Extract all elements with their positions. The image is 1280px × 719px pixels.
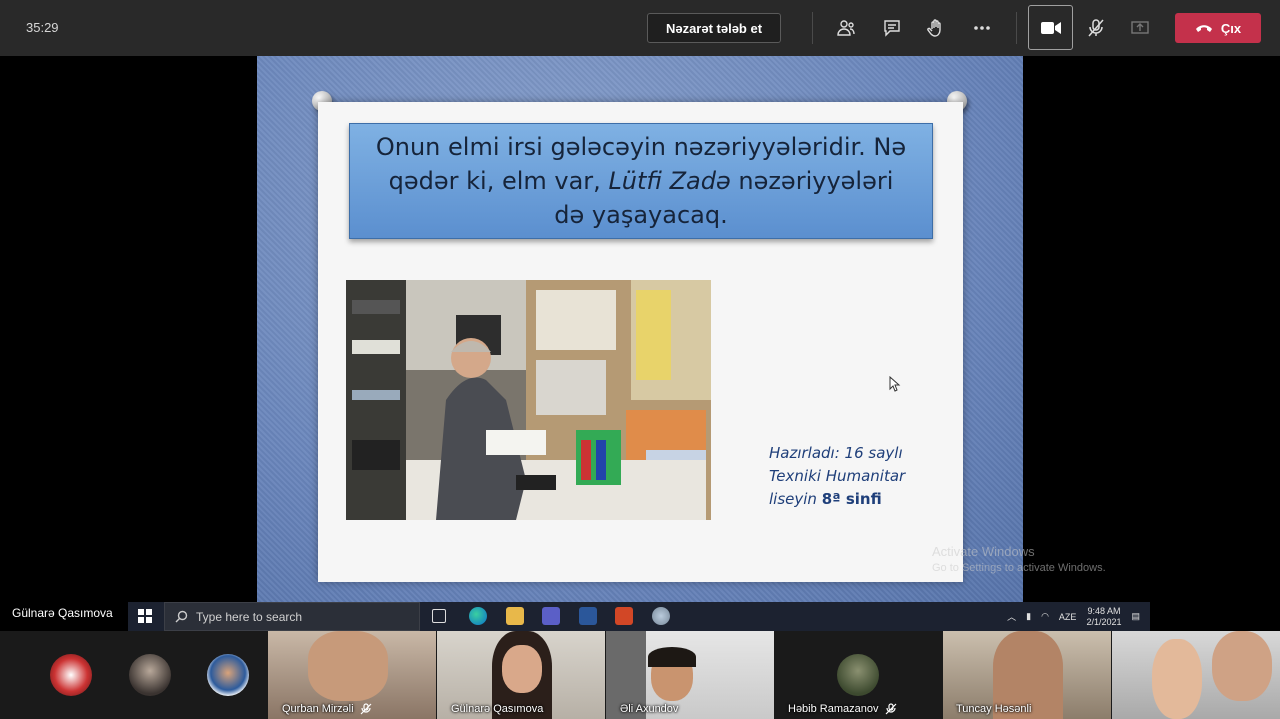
presenter-name: Gülnarə Qasımova — [12, 606, 113, 620]
activate-windows-watermark: Activate Windows Go to Settings to activ… — [932, 544, 1106, 574]
participant-tile[interactable]: Qurban Mirzəli — [268, 631, 436, 719]
avatar — [837, 654, 879, 696]
language-indicator[interactable]: AZE — [1059, 612, 1077, 622]
search-icon — [175, 610, 188, 623]
video-camera-icon — [1040, 21, 1061, 34]
meeting-toolbar: 35:29 Nəzarət tələb et Çıx — [0, 0, 1280, 56]
search-placeholder: Type here to search — [196, 609, 303, 624]
meeting-timer: 35:29 — [26, 20, 59, 35]
participants-icon[interactable] — [832, 14, 860, 42]
clock-date: 2/1/2021 — [1086, 616, 1122, 627]
more-options-icon[interactable] — [968, 14, 996, 42]
credit-text: Hazırladı: 16 saylı Texniki Humanitar li… — [769, 442, 949, 511]
participant-name: Əli Axundov — [620, 703, 679, 715]
slide-paper: Onun elmi irsi gələcəyin nəzəriyyələridi… — [318, 102, 963, 582]
activate-title: Activate Windows — [932, 544, 1035, 559]
participant-tile[interactable]: Tuncay Həsənli — [943, 631, 1111, 719]
word-icon[interactable] — [579, 607, 597, 625]
hang-up-icon — [1195, 25, 1212, 32]
quote-text: Onun elmi irsi gələcəyin nəzəriyyələridi… — [370, 130, 912, 232]
file-explorer-icon[interactable] — [506, 607, 524, 625]
mic-muted-icon — [360, 703, 371, 715]
toolbar-divider — [1016, 12, 1017, 44]
request-control-button[interactable]: Nəzarət tələb et — [647, 13, 781, 43]
network-icon[interactable]: ◠ — [1041, 611, 1049, 622]
camera-toggle-button[interactable] — [1028, 5, 1073, 50]
app-icon[interactable] — [652, 607, 670, 625]
participant-tile[interactable]: Gülnarə Qasımova — [437, 631, 605, 719]
clock-time: 9:48 AM — [1087, 605, 1121, 616]
edge-icon[interactable] — [469, 607, 487, 625]
participant-name: Tuncay Həsənli — [956, 703, 1032, 715]
notifications-icon[interactable]: ▤ — [1131, 611, 1140, 622]
windows-taskbar: Type here to search ︿ ▮ ◠ AZE 9:48 AM 2/… — [128, 602, 1150, 631]
chevron-up-icon[interactable]: ︿ — [1007, 610, 1016, 623]
windows-start-icon[interactable] — [138, 609, 152, 628]
participant-tile[interactable] — [1112, 631, 1280, 719]
participant-name: Qurban Mirzəli — [282, 703, 354, 715]
toolbar-divider — [812, 12, 813, 44]
activate-subtitle: Go to Settings to activate Windows. — [932, 562, 1106, 574]
participant-tile[interactable]: Əli Axundov — [606, 631, 774, 719]
avatar[interactable] — [50, 654, 92, 696]
system-tray: ︿ ▮ ◠ AZE 9:48 AM 2/1/2021 ▤ — [1007, 602, 1140, 631]
share-screen-icon[interactable] — [1126, 14, 1154, 42]
powerpoint-icon[interactable] — [615, 607, 633, 625]
quote-name: Lütfi Zadə — [608, 167, 731, 195]
raise-hand-icon[interactable] — [922, 14, 950, 42]
chat-icon[interactable] — [878, 14, 906, 42]
credit-line-2: Texniki Humanitar — [769, 467, 906, 485]
avatar[interactable] — [207, 654, 249, 696]
participant-name: Gülnarə Qasımova — [451, 703, 544, 715]
scientist-photo — [346, 280, 711, 520]
credit-line-3: liseyin — [769, 490, 817, 508]
participant-name: Həbib Ramazanov — [788, 703, 879, 715]
leave-label: Çıx — [1220, 20, 1242, 36]
task-view-icon[interactable] — [432, 609, 446, 623]
quote-banner: Onun elmi irsi gələcəyin nəzəriyyələridi… — [349, 123, 933, 239]
taskbar-search-input[interactable]: Type here to search — [164, 602, 420, 631]
credit-line-1: Hazırladı: 16 saylı — [769, 444, 903, 462]
mic-muted-icon[interactable] — [1082, 14, 1110, 42]
leave-button[interactable]: Çıx — [1175, 13, 1261, 43]
credit-class: 8ª sinfi — [821, 490, 882, 508]
teams-icon[interactable] — [542, 607, 560, 625]
participant-tile[interactable]: Həbib Ramazanov — [775, 631, 942, 719]
taskbar-clock[interactable]: 9:48 AM 2/1/2021 — [1086, 606, 1121, 628]
participant-gallery: Qurban Mirzəli Gülnarə Qasımova Əli Axun… — [0, 631, 1280, 719]
avatar[interactable] — [129, 654, 171, 696]
mic-muted-icon — [885, 703, 896, 715]
shared-screen: Onun elmi irsi gələcəyin nəzəriyyələridi… — [257, 56, 1023, 603]
mouse-pointer-icon — [889, 375, 901, 397]
microphone-icon[interactable]: ▮ — [1026, 611, 1031, 622]
